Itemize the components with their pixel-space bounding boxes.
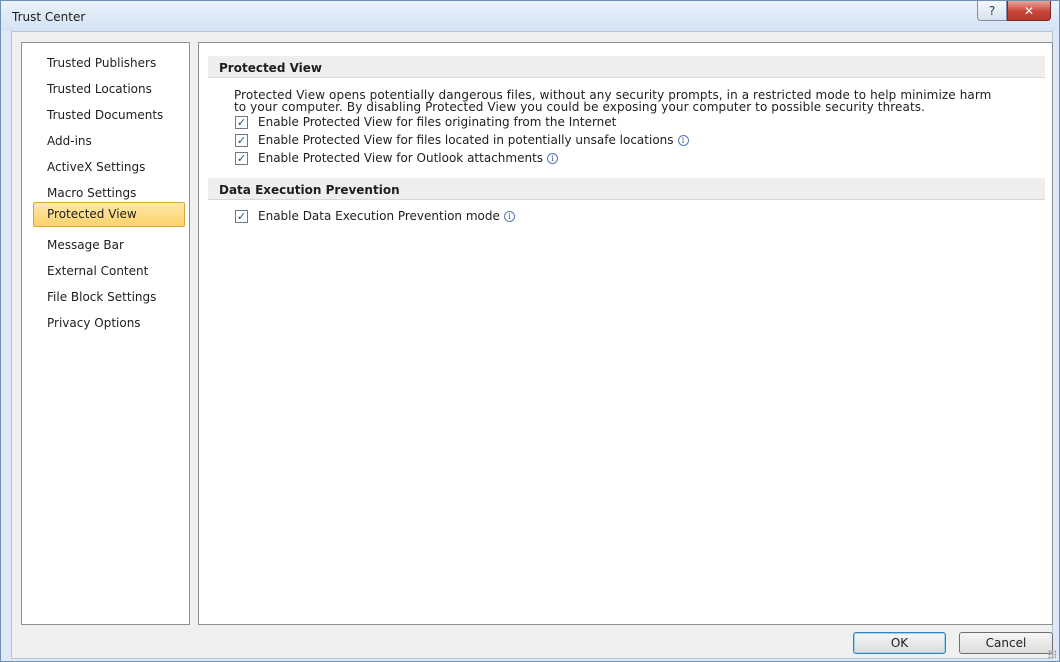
title-buttons: ? ✕ bbox=[977, 1, 1051, 21]
settings-panel: Protected View Protected View opens pote… bbox=[198, 42, 1053, 625]
sidebar-item-add-ins[interactable]: Add-ins bbox=[33, 129, 184, 154]
protected-view-description: Protected View opens potentially dangero… bbox=[234, 89, 1052, 113]
cancel-button[interactable]: Cancel bbox=[959, 632, 1053, 654]
info-icon[interactable]: i bbox=[503, 210, 515, 222]
close-icon: ✕ bbox=[1023, 3, 1035, 18]
sidebar-nav: Trusted Publishers Trusted Locations Tru… bbox=[21, 42, 190, 625]
ok-button[interactable]: OK bbox=[853, 632, 946, 654]
outlook-attachments-checkbox[interactable]: ✓ bbox=[235, 151, 248, 165]
sidebar-item-file-block-settings[interactable]: File Block Settings bbox=[33, 285, 184, 310]
internet-files-label[interactable]: Enable Protected View for files originat… bbox=[258, 115, 616, 129]
option-outlook-attachments: ✓ Enable Protected View for Outlook atta… bbox=[235, 150, 559, 166]
info-icon[interactable]: i bbox=[677, 134, 689, 146]
sidebar-item-privacy-options[interactable]: Privacy Options bbox=[33, 311, 184, 336]
dep-mode-checkbox[interactable]: ✓ bbox=[235, 209, 248, 223]
option-unsafe-locations: ✓ Enable Protected View for files locate… bbox=[235, 132, 689, 148]
sidebar-item-external-content[interactable]: External Content bbox=[33, 259, 184, 284]
sidebar-item-message-bar[interactable]: Message Bar bbox=[33, 233, 184, 258]
outlook-attachments-label[interactable]: Enable Protected View for Outlook attach… bbox=[258, 151, 543, 165]
sidebar-item-trusted-locations[interactable]: Trusted Locations bbox=[33, 77, 184, 102]
option-dep-mode: ✓ Enable Data Execution Prevention mode … bbox=[235, 208, 515, 224]
sidebar-item-trusted-publishers[interactable]: Trusted Publishers bbox=[33, 51, 184, 76]
help-icon: ? bbox=[988, 3, 996, 18]
sidebar-item-activex-settings[interactable]: ActiveX Settings bbox=[33, 155, 184, 180]
unsafe-locations-label[interactable]: Enable Protected View for files located … bbox=[258, 133, 674, 147]
protected-view-header: Protected View bbox=[208, 56, 1045, 78]
resize-grip[interactable] bbox=[1048, 650, 1056, 658]
option-internet-files: ✓ Enable Protected View for files origin… bbox=[235, 114, 616, 130]
description-line-2: to your computer. By disabling Protected… bbox=[234, 100, 926, 114]
sidebar-item-trusted-documents[interactable]: Trusted Documents bbox=[33, 103, 184, 128]
info-icon[interactable]: i bbox=[547, 152, 559, 164]
dep-mode-label[interactable]: Enable Data Execution Prevention mode bbox=[258, 209, 500, 223]
window-title: Trust Center bbox=[12, 10, 86, 24]
title-bar: Trust Center ? ✕ bbox=[1, 1, 1059, 31]
internet-files-checkbox[interactable]: ✓ bbox=[235, 115, 248, 129]
trust-center-dialog: Trust Center ? ✕ Trusted Publishers Trus… bbox=[0, 0, 1060, 662]
dep-header: Data Execution Prevention bbox=[208, 178, 1045, 200]
close-button[interactable]: ✕ bbox=[1007, 1, 1051, 21]
sidebar-item-protected-view[interactable]: Protected View bbox=[33, 202, 185, 227]
help-button[interactable]: ? bbox=[977, 1, 1007, 21]
unsafe-locations-checkbox[interactable]: ✓ bbox=[235, 133, 248, 147]
